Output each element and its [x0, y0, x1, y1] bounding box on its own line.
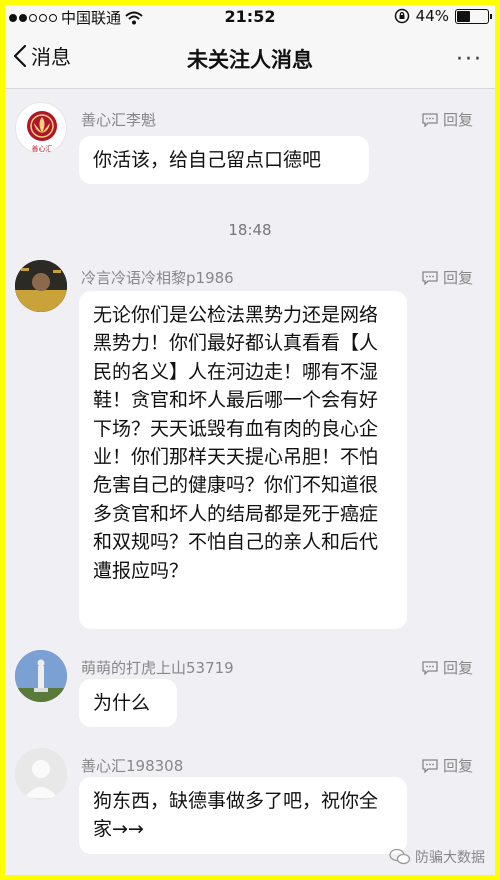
comment-icon [422, 270, 438, 285]
back-label: 消息 [31, 45, 71, 69]
watermark-label: 防骗大数据 [415, 850, 485, 866]
back-button[interactable]: 消息 [13, 41, 71, 70]
battery-percent: 44% [415, 7, 449, 25]
comment-icon [422, 758, 438, 773]
chevron-left-icon [13, 44, 27, 67]
avatar[interactable] [15, 650, 67, 702]
reply-label: 回复 [442, 757, 473, 775]
message-bubble: 无论你们是公检法黑势力还是网络黑势力！你们最好都认真看看【人民的名义】人在河边走… [79, 291, 407, 629]
phone-screen: 中国联通 21:52 44% 消息 未关注人消息 ··· 善心汇 善心汇李魁 回… [5, 5, 495, 875]
reply-button[interactable]: 回复 [422, 109, 473, 130]
message-bubble: 为什么 [79, 679, 177, 728]
watermark: 防骗大数据 [389, 847, 485, 867]
lotus-logo-icon: 善心汇 [27, 111, 57, 153]
reply-button[interactable]: 回复 [422, 657, 473, 678]
sender-name[interactable]: 冷言冷语冷相黎p1986 [81, 267, 234, 288]
default-user-icon [15, 748, 67, 800]
orientation-lock-icon [394, 8, 409, 24]
avatar[interactable]: 善心汇 [15, 102, 67, 154]
statue-photo-icon [15, 650, 67, 702]
avatar[interactable] [15, 260, 67, 312]
avatar-logo-text: 善心汇 [32, 144, 53, 153]
battery-icon [455, 8, 492, 24]
status-bar: 中国联通 21:52 44% [5, 5, 495, 27]
message-bubble: 狗东西，缺德事做多了吧，祝你全家→→ [79, 777, 407, 854]
wechat-logo-icon [389, 848, 411, 865]
sender-name[interactable]: 萌萌的打虎上山53719 [81, 657, 234, 678]
portrait-photo-icon [15, 260, 67, 312]
sender-name[interactable]: 善心汇198308 [81, 755, 183, 776]
avatar[interactable] [15, 748, 67, 800]
reply-label: 回复 [442, 111, 473, 129]
reply-label: 回复 [442, 659, 473, 677]
reply-label: 回复 [442, 269, 473, 287]
timestamp: 18:48 [228, 221, 272, 239]
reply-button[interactable]: 回复 [422, 755, 473, 776]
message-bubble: 你活该，给自己留点口德吧 [79, 136, 369, 185]
page-title: 未关注人消息 [187, 48, 313, 72]
navigation-bar: 消息 未关注人消息 ··· [5, 27, 495, 89]
comment-icon [422, 660, 438, 675]
sender-name[interactable]: 善心汇李魁 [81, 109, 156, 130]
reply-button[interactable]: 回复 [422, 267, 473, 288]
more-options-button[interactable]: ··· [456, 47, 483, 72]
comment-icon [422, 112, 438, 127]
